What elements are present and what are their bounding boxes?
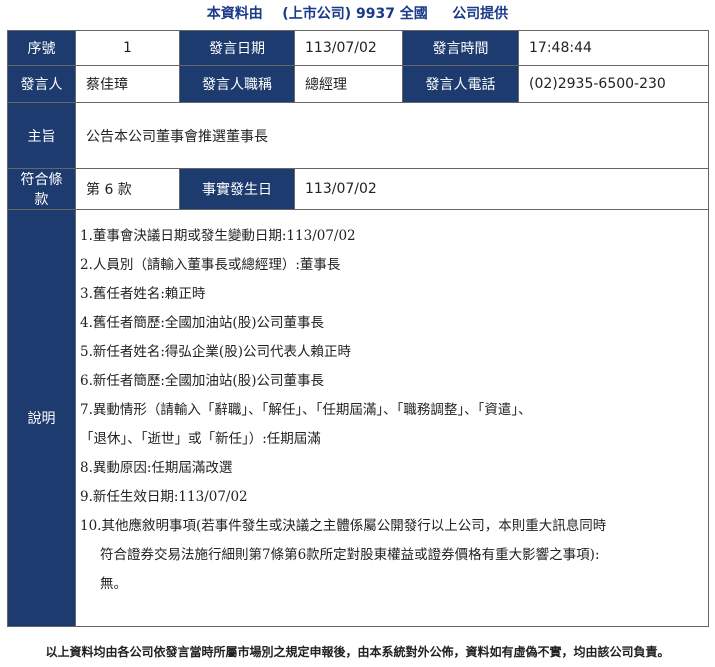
subject-label: 主旨 — [7, 102, 76, 169]
phone-value: (02)2935-6500-230 — [518, 65, 709, 103]
table-row: 序號 1 發言日期 113/07/02 發言時間 17:48:44 — [7, 30, 709, 66]
description-line: 5.新任者姓名:得弘企業(股)公司代表人賴正時 — [80, 344, 351, 360]
description-cell: 1.董事會決議日期或發生變動日期:113/07/02 2.人員別（請輸入董事長或… — [75, 209, 709, 627]
table-row: 發言人 蔡佳璋 發言人職稱 總經理 發言人電話 (02)2935-6500-23… — [7, 65, 709, 103]
description-line: 3.舊任者姓名:賴正時 — [80, 286, 206, 302]
clause-value: 第 6 款 — [75, 168, 180, 210]
description-body: 1.董事會決議日期或發生變動日期:113/07/02 2.人員別（請輸入董事長或… — [80, 210, 698, 599]
table-row: 主旨 公告本公司董事會推選董事長 — [7, 102, 709, 169]
company-name: (上市公司) 9937 全國 — [282, 6, 428, 22]
date-value: 113/07/02 — [294, 30, 403, 66]
description-line: 6.新任者簡歷:全國加油站(股)公司董事長 — [80, 373, 324, 389]
description-line: 1.董事會決議日期或發生變動日期:113/07/02 — [80, 228, 356, 244]
description-line: 符合證券交易法施行細則第7條第6款所定對股東權益或證券價格有重大影響之事項): — [100, 547, 600, 563]
date-label: 發言日期 — [179, 30, 295, 66]
time-label: 發言時間 — [402, 30, 519, 66]
table-row: 說明 1.董事會決議日期或發生變動日期:113/07/02 2.人員別（請輸入董… — [7, 209, 709, 627]
speaker-value: 蔡佳璋 — [75, 65, 180, 103]
serial-value: 1 — [75, 30, 180, 66]
page-title: 本資料由 (上市公司) 9937 全國 公司提供 — [0, 0, 715, 30]
description-line: 7.異動情形（請輸入「辭職」、「解任」、「任期屆滿」、「職務調整」、「資遣」、 — [80, 402, 532, 418]
speaker-label: 發言人 — [7, 65, 76, 103]
title-prefix: 本資料由 — [206, 6, 263, 22]
description-line: 2.人員別（請輸入董事長或總經理）:董事長 — [80, 257, 341, 273]
announcement-table: 序號 1 發言日期 113/07/02 發言時間 17:48:44 發言人 蔡佳… — [7, 30, 709, 627]
serial-label: 序號 — [7, 30, 76, 66]
speaker-title-value: 總經理 — [294, 65, 403, 103]
description-line: 「退休」、「逝世」或「新任」）:任期屆滿 — [80, 431, 321, 447]
footer-note: 以上資料均由各公司依發言當時所屬市場別之規定申報後，由本系統對外公佈，資料如有虛… — [45, 645, 670, 659]
title-suffix: 公司提供 — [452, 6, 509, 22]
time-value: 17:48:44 — [518, 30, 709, 66]
clause-label: 符合條款 — [7, 168, 76, 210]
event-date-label: 事實發生日 — [179, 168, 295, 210]
description-line: 10.其他應敘明事項(若事件發生或決議之主體係屬公開發行以上公司，本則重大訊息同… — [80, 518, 607, 534]
description-label: 說明 — [7, 209, 76, 627]
subject-value: 公告本公司董事會推選董事長 — [75, 102, 709, 169]
event-date-value: 113/07/02 — [294, 168, 709, 210]
description-line: 9.新任生效日期:113/07/02 — [80, 489, 248, 505]
phone-label: 發言人電話 — [402, 65, 519, 103]
table-row: 符合條款 第 6 款 事實發生日 113/07/02 — [7, 168, 709, 210]
description-line: 8.異動原因:任期屆滿改選 — [80, 460, 233, 476]
speaker-title-label: 發言人職稱 — [179, 65, 295, 103]
description-line: 4.舊任者簡歷:全國加油站(股)公司董事長 — [80, 315, 324, 331]
description-line: 無。 — [100, 576, 127, 592]
